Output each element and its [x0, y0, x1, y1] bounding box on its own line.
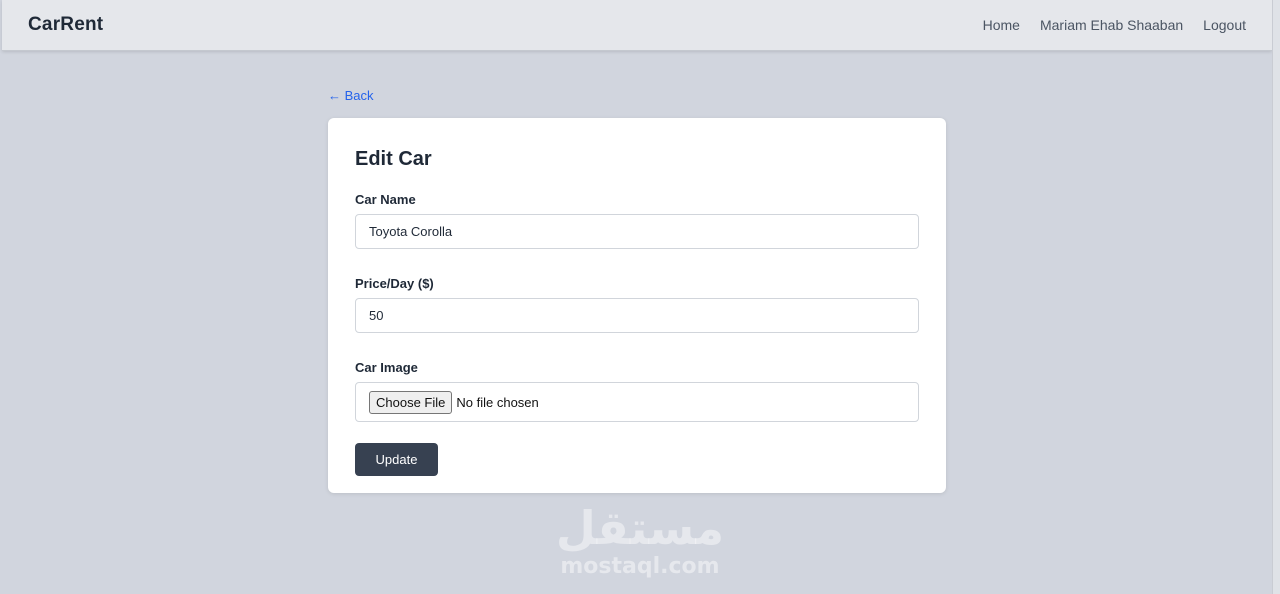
brand-logo[interactable]: CarRent — [28, 14, 103, 36]
nav-logout-link[interactable]: Logout — [1203, 17, 1246, 33]
watermark-latin-text: mostaql.com — [560, 554, 720, 579]
watermark-arabic-text: مستقل — [555, 501, 725, 555]
price-label: Price/Day ($) — [355, 276, 434, 291]
price-field-group: Price/Day ($) — [355, 276, 919, 333]
edit-car-card: Edit Car Car Name Price/Day ($) Car Imag… — [328, 118, 946, 493]
nav-user-name[interactable]: Mariam Ehab Shaaban — [1040, 17, 1183, 33]
car-name-field-group: Car Name — [355, 192, 919, 249]
price-input[interactable] — [355, 298, 919, 333]
page-title: Edit Car — [355, 148, 432, 170]
car-name-label: Car Name — [355, 192, 416, 207]
car-image-file-input[interactable]: Choose File No file chosen — [355, 382, 919, 422]
car-image-field-group: Car Image Choose File No file chosen — [355, 360, 919, 422]
top-navbar: CarRent Home Mariam Ehab Shaaban Logout — [2, 0, 1272, 51]
update-button[interactable]: Update — [355, 443, 438, 476]
car-name-input[interactable] — [355, 214, 919, 249]
window-edge — [1272, 0, 1280, 594]
file-status-text: No file chosen — [456, 394, 539, 410]
nav-home-link[interactable]: Home — [983, 17, 1020, 33]
choose-file-button[interactable]: Choose File — [369, 390, 453, 414]
car-image-label: Car Image — [355, 360, 418, 375]
nav-links: Home Mariam Ehab Shaaban Logout — [983, 17, 1246, 33]
back-link[interactable]: ← Back — [328, 88, 374, 103]
watermark-logo: مستقل mostaql.com — [540, 500, 740, 578]
